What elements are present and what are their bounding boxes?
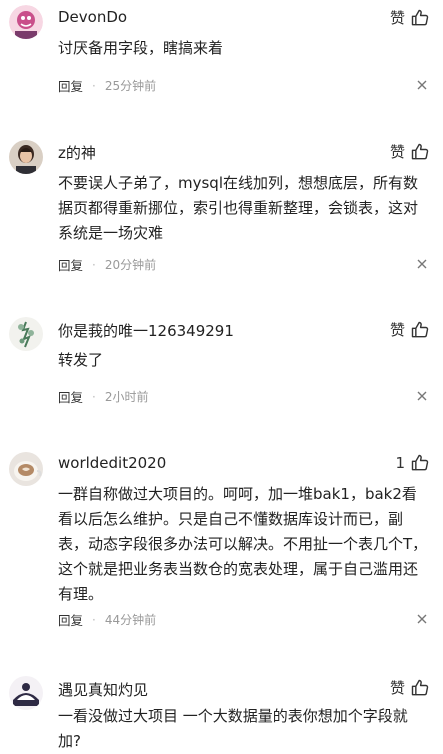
comment-item: DevonDo 赞 讨厌备用字段，瞎搞来着 回复 · 25分钟前 — [0, 0, 443, 110]
timestamp: 20分钟前 — [104, 258, 157, 272]
comment-text: 转发了 — [58, 351, 104, 369]
avatar[interactable] — [9, 5, 43, 39]
thumbs-up-icon — [410, 142, 430, 162]
comment-meta: 回复 · 2小时前 — [58, 387, 148, 406]
username[interactable]: 你是莪的唯一126349291 — [58, 320, 234, 341]
reply-button[interactable]: 回复 — [58, 387, 83, 406]
like-button[interactable]: 赞 — [390, 7, 430, 28]
comment-item: worldedit2020 1 一群自称做过大项目的。呵呵，加一堆bak1，ba… — [0, 448, 443, 638]
like-button[interactable]: 赞 — [390, 677, 430, 698]
username[interactable]: worldedit2020 — [58, 454, 166, 472]
username[interactable]: 遇见真知灼见 — [58, 679, 148, 700]
close-icon[interactable] — [415, 78, 429, 92]
avatar[interactable] — [9, 140, 43, 174]
reply-button[interactable]: 回复 — [58, 76, 83, 95]
thumbs-up-icon — [410, 8, 430, 28]
comment-item: 遇见真知灼见 赞 一看没做过大项目 一个大数据量的表你想加个字段就加? — [0, 673, 443, 752]
comment-item: z的神 赞 不要误人子弟了，mysql在线加列，想想底层，所有数据页都得重新挪位… — [0, 135, 443, 285]
thumbs-up-icon — [410, 320, 430, 340]
avatar[interactable] — [9, 317, 43, 351]
close-icon[interactable] — [415, 257, 429, 271]
avatar[interactable] — [9, 676, 43, 710]
reply-button[interactable]: 回复 — [58, 610, 83, 629]
reply-button[interactable]: 回复 — [58, 255, 83, 274]
comment-meta: 回复 · 20分钟前 — [58, 255, 156, 274]
comment-meta: 回复 · 25分钟前 — [58, 76, 156, 95]
close-icon[interactable] — [415, 612, 429, 626]
timestamp: 2小时前 — [104, 390, 149, 404]
comment-text: 一看没做过大项目 一个大数据量的表你想加个字段就加? — [58, 707, 408, 750]
username[interactable]: z的神 — [58, 142, 96, 163]
like-label: 赞 — [389, 143, 405, 161]
like-button[interactable]: 1 — [395, 453, 430, 473]
thumbs-up-icon — [410, 678, 430, 698]
comment-text: 讨厌备用字段，瞎搞来着 — [58, 39, 224, 57]
comment-text: 一群自称做过大项目的。呵呵，加一堆bak1，bak2看看以后怎么维护。只是自己不… — [58, 485, 428, 603]
separator-dot: · — [92, 612, 96, 627]
timestamp: 25分钟前 — [104, 79, 157, 93]
like-button[interactable]: 赞 — [390, 319, 430, 340]
like-button[interactable]: 赞 — [390, 141, 430, 162]
separator-dot: · — [92, 78, 96, 93]
comment-meta: 回复 · 44分钟前 — [58, 610, 156, 629]
like-label: 赞 — [389, 9, 405, 27]
comment-item: 你是莪的唯一126349291 赞 转发了 回复 · 2小时前 — [0, 312, 443, 412]
close-icon[interactable] — [415, 389, 429, 403]
username[interactable]: DevonDo — [58, 8, 127, 26]
thumbs-up-icon — [410, 453, 430, 473]
separator-dot: · — [92, 257, 96, 272]
timestamp: 44分钟前 — [104, 613, 157, 627]
like-label: 赞 — [389, 321, 405, 339]
like-label: 赞 — [389, 679, 405, 697]
comment-text: 不要误人子弟了，mysql在线加列，想想底层，所有数据页都得重新挪位，索引也得重… — [58, 174, 419, 242]
like-count: 1 — [395, 454, 405, 472]
separator-dot: · — [92, 389, 96, 404]
avatar[interactable] — [9, 452, 43, 486]
